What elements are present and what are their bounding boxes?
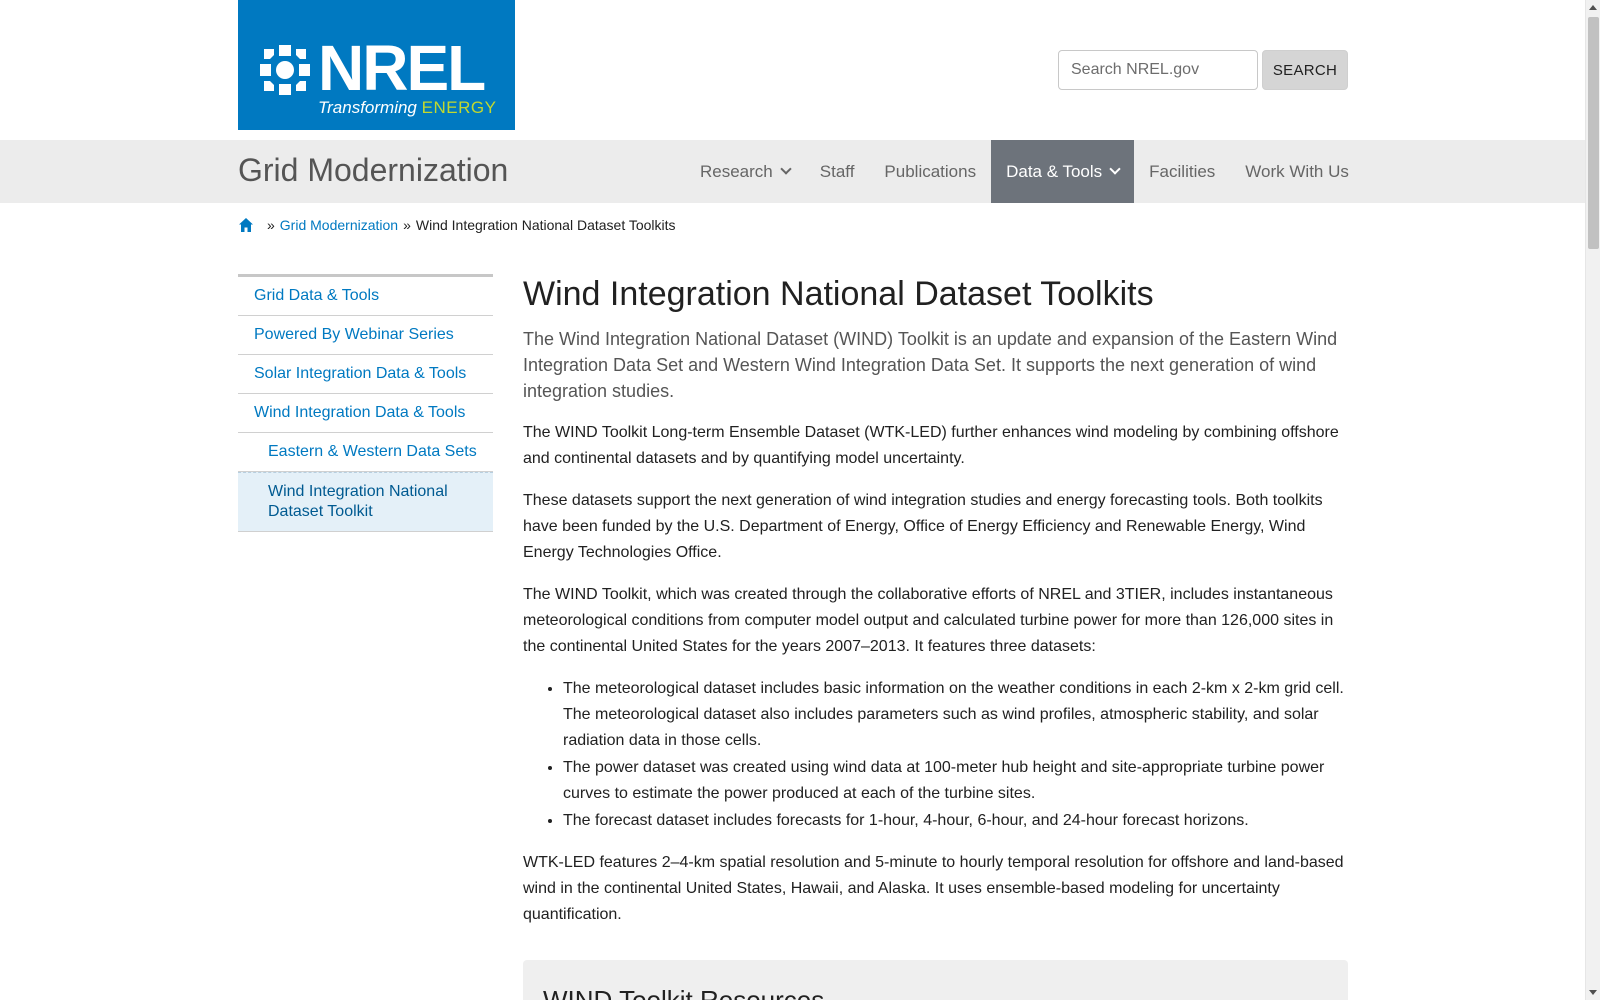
tagline-prefix: Transforming [318,98,417,117]
nrel-logo[interactable]: NREL Transforming ENERGY [238,0,515,130]
main-content: Wind Integration National Dataset Toolki… [523,274,1348,944]
nav-item-publications[interactable]: Publications [869,140,991,203]
tagline-emphasis: ENERGY [421,98,497,117]
page-title: Wind Integration National Dataset Toolki… [523,275,1154,313]
paragraph-wtk-led-features: WTK-LED features 2–4-km spatial resoluti… [523,854,1344,923]
logo-tagline: Transforming ENERGY [318,98,496,118]
breadcrumb-separator: » [267,217,275,233]
breadcrumb: » Grid Modernization » Wind Integration … [238,217,676,233]
nav-item-research[interactable]: Research [685,140,805,203]
paragraph-wtk-led: The WIND Toolkit Long-term Ensemble Data… [523,424,1339,467]
logo-wordmark: NREL [318,32,486,104]
sidebar-item-wind-integration[interactable]: Wind Integration Data & Tools [238,394,493,433]
search-input[interactable] [1058,50,1258,90]
paragraph-funding: These datasets support the next generati… [523,492,1323,561]
resources-box: WIND Toolkit Resources [523,960,1348,1000]
datasets-list: The meteorological dataset includes basi… [563,676,1348,834]
nav-item-label: Research [700,161,773,181]
list-item: The power dataset was created using wind… [563,755,1348,807]
site-header: NREL Transforming ENERGY SEARCH [0,0,1585,140]
nav-item-label: Facilities [1149,161,1216,181]
sidebar-item-eastern-western[interactable]: Eastern & Western Data Sets [238,433,493,472]
nav-item-label: Work With Us [1245,161,1349,181]
breadcrumb-link-grid-modernization[interactable]: Grid Modernization [280,217,398,233]
nav-item-label: Publications [884,161,977,181]
sidebar-item-solar-integration[interactable]: Solar Integration Data & Tools [238,355,493,394]
breadcrumb-current: Wind Integration National Dataset Toolki… [415,217,676,233]
sidebar-nav: Grid Data & Tools Powered By Webinar Ser… [238,274,493,532]
home-icon[interactable] [238,217,254,233]
search-button[interactable]: SEARCH [1262,50,1348,90]
sun-icon [260,45,310,95]
section-title[interactable]: Grid Modernization [238,152,508,189]
nav-item-label: Data & Tools [1006,161,1103,181]
nav-item-facilities[interactable]: Facilities [1134,140,1230,203]
sidebar-item-powered-by-webinar[interactable]: Powered By Webinar Series [238,316,493,355]
scroll-up-arrow-icon[interactable] [1589,5,1597,10]
page-scrollbar[interactable] [1585,0,1600,1000]
chevron-down-icon [780,163,792,175]
lead-paragraph: The Wind Integration National Dataset (W… [523,329,1338,401]
section-nav-bar: Grid Modernization Research Staff Public… [0,140,1585,203]
list-item: The forecast dataset includes forecasts … [563,808,1348,834]
section-nav: Research Staff Publications Data & Tools… [685,140,1364,203]
nav-item-label: Staff [819,161,855,181]
nav-item-staff[interactable]: Staff [805,140,870,203]
chevron-down-icon [1109,163,1121,175]
sidebar-item-grid-data-tools[interactable]: Grid Data & Tools [238,277,493,316]
breadcrumb-separator: » [403,217,411,233]
paragraph-wind-toolkit: The WIND Toolkit, which was created thro… [523,586,1334,655]
list-item: The meteorological dataset includes basi… [563,676,1348,754]
nav-item-data-tools[interactable]: Data & Tools [991,140,1135,203]
scrollbar-thumb[interactable] [1588,17,1599,249]
sidebar-item-wind-toolkit-current[interactable]: Wind Integration National Dataset Toolki… [238,472,493,532]
resources-heading: WIND Toolkit Resources [543,985,825,1000]
scroll-down-arrow-icon[interactable] [1589,990,1597,995]
nav-item-work-with-us[interactable]: Work With Us [1230,140,1364,203]
